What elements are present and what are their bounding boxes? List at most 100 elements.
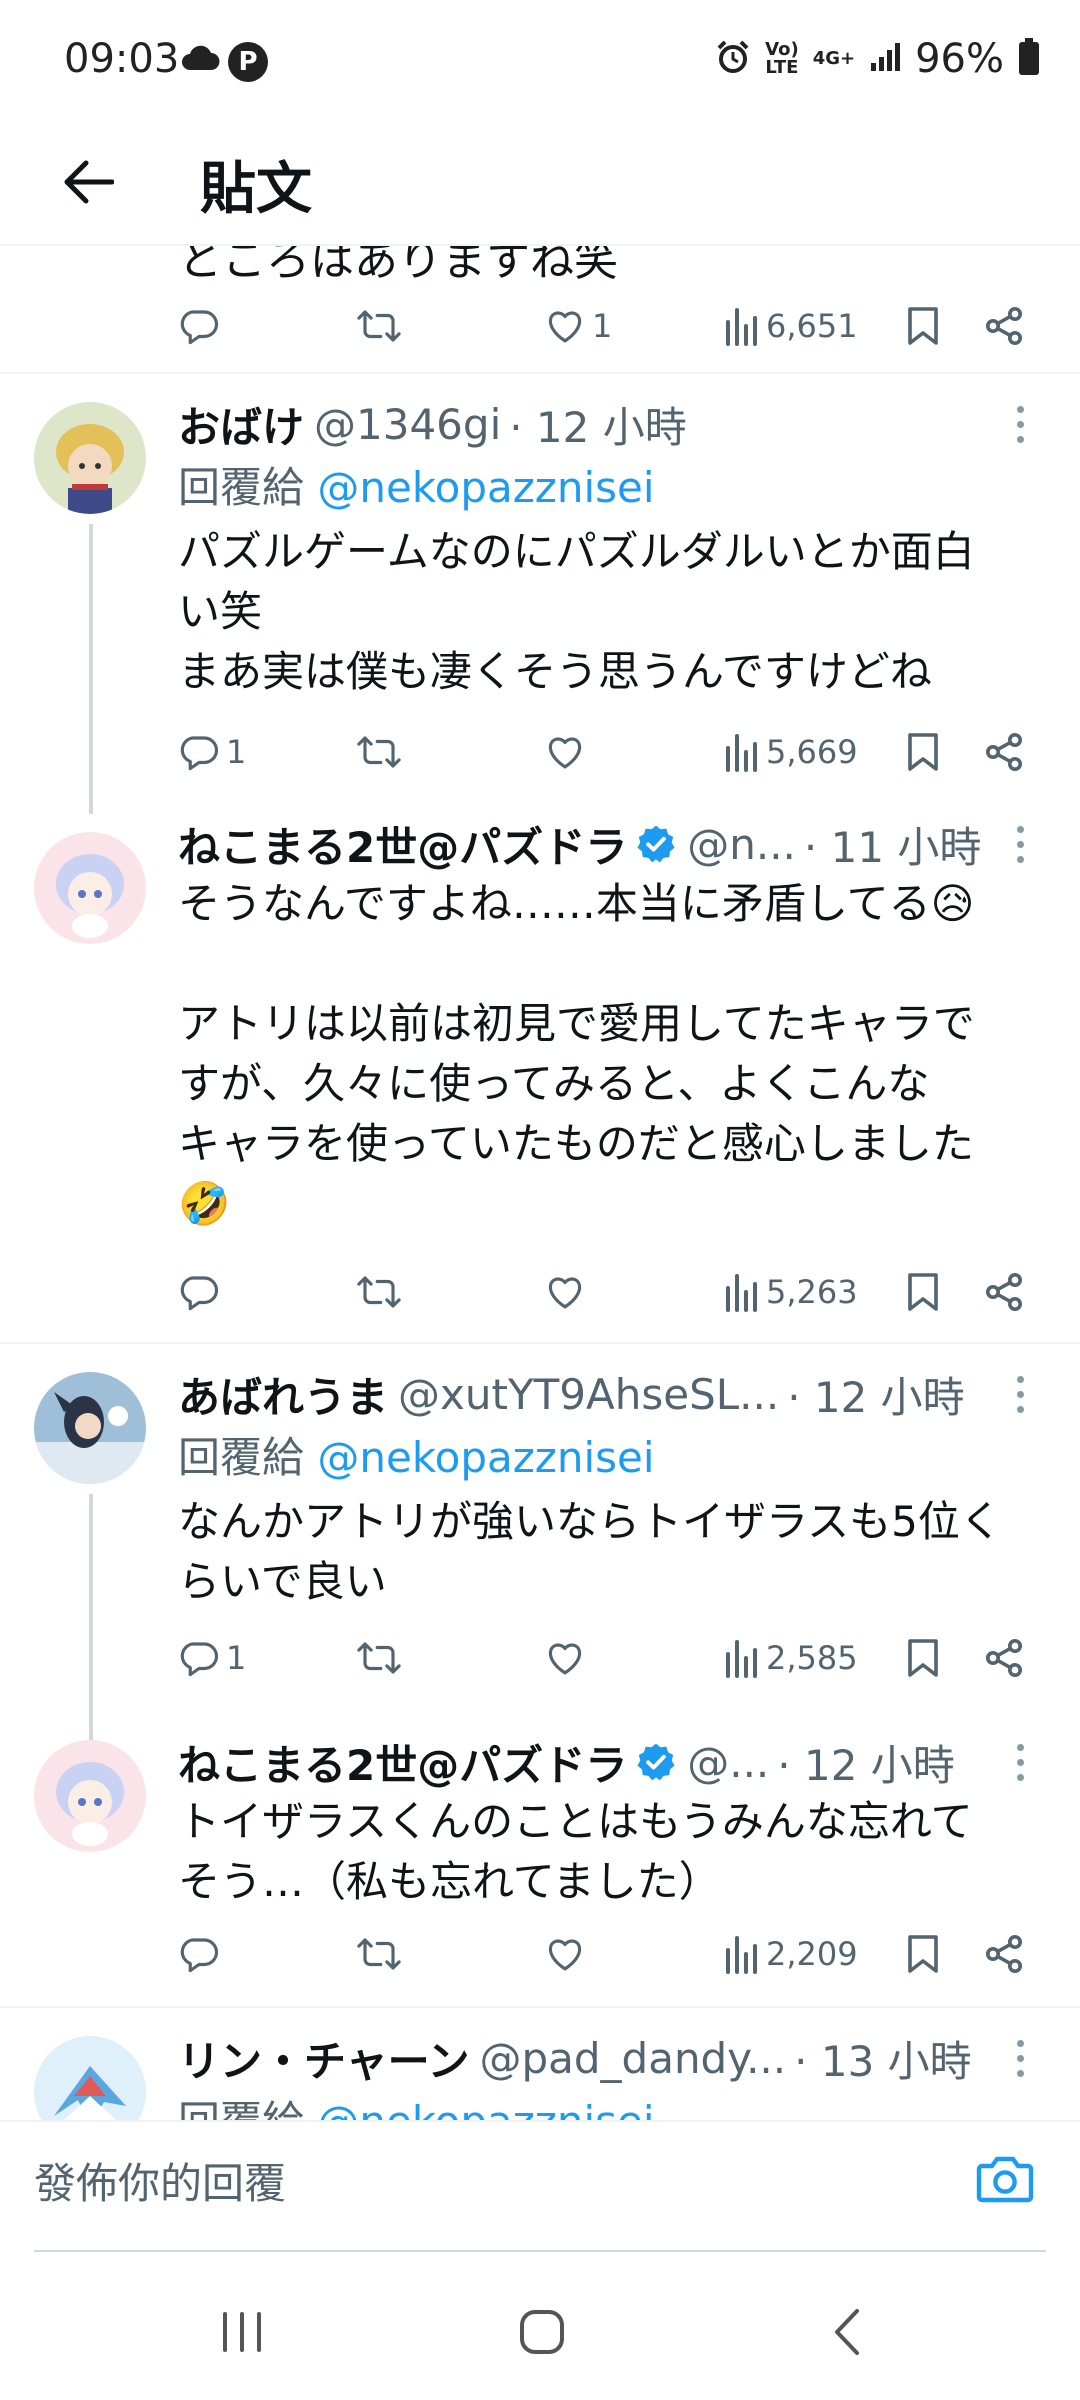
author-handle[interactable]: @xutYT9AhseSL...	[398, 1370, 779, 1419]
more-options-button[interactable]	[1010, 394, 1030, 454]
verified-badge-icon	[635, 823, 677, 865]
share-icon	[986, 1935, 1022, 1973]
views-button[interactable]: 2,209	[724, 1924, 858, 1984]
reply-to-line: 回覆給 @nekopazznisei	[178, 454, 655, 515]
share-icon	[986, 733, 1022, 771]
home-button[interactable]	[502, 2292, 582, 2372]
author-handle[interactable]: @1346gi	[314, 400, 501, 449]
author-name[interactable]: おばけ	[178, 394, 304, 455]
bookmark-button[interactable]	[906, 1262, 940, 1322]
camera-button[interactable]	[970, 2144, 1040, 2214]
share-button[interactable]	[984, 296, 1024, 356]
avatar[interactable]	[34, 402, 146, 514]
status-time: 09:03	[64, 36, 180, 82]
more-options-button[interactable]	[1010, 1364, 1030, 1424]
recent-apps-icon	[223, 2312, 261, 2352]
post-header: ねこまる2世@パズドラ @... · 12 小時	[178, 1732, 1018, 1792]
heart-icon	[548, 1643, 582, 1675]
back-button[interactable]	[48, 142, 128, 222]
author-name[interactable]: あばれうま	[178, 1364, 388, 1425]
views-icon	[726, 734, 757, 772]
post-time: · 12 小時	[787, 1372, 965, 1422]
like-button[interactable]	[544, 722, 586, 782]
like-button[interactable]	[544, 1262, 586, 1322]
reply-mention-link[interactable]: @nekopazznisei	[317, 2097, 654, 2120]
reply-to-line: 回覆給 @nekopazznisei	[178, 2088, 655, 2120]
post-text: トイザラスくんのことはもうみんな忘れて そう…（私も忘れてました）	[178, 1797, 973, 1906]
alarm-icon	[715, 39, 751, 79]
reply-count: 1	[226, 733, 247, 771]
reply-icon	[180, 736, 219, 771]
reply-composer-bar: 發佈你的回覆	[0, 2120, 1080, 2253]
author-name[interactable]: ねこまる2世@パズドラ	[178, 814, 627, 875]
reply-button[interactable]	[178, 1262, 220, 1322]
repost-button[interactable]	[356, 722, 402, 782]
partial-post-text: ところはありますね笑	[178, 246, 618, 286]
home-icon	[520, 2310, 564, 2354]
author-name[interactable]: リン・チャーン	[178, 2028, 469, 2089]
avatar[interactable]	[34, 1372, 146, 1484]
post-divider	[0, 2006, 1080, 2008]
author-name[interactable]: ねこまる2世@パズドラ	[178, 1732, 627, 1793]
system-navigation-bar	[0, 2252, 1080, 2400]
system-back-button[interactable]	[806, 2292, 886, 2372]
post-time: · 12 小時	[509, 402, 687, 452]
reply-icon	[180, 1276, 219, 1311]
author-handle[interactable]: @n...	[687, 820, 796, 869]
post-actions: 1 5,669	[178, 722, 1038, 782]
reply-to-label: 回覆給	[178, 1433, 305, 1482]
camera-icon	[976, 2156, 1034, 2203]
post-feed[interactable]: ところはありますね笑 1 6,651 おばけ @1346gi · 12 小時 回…	[0, 246, 1080, 2120]
cloud-icon	[180, 44, 220, 76]
author-handle[interactable]: @...	[687, 1738, 769, 1787]
heart-icon	[548, 1939, 582, 1971]
repost-button[interactable]	[356, 296, 402, 356]
post-time: · 12 小時	[777, 1740, 955, 1790]
repost-icon	[357, 736, 401, 768]
view-count: 2,209	[766, 1935, 858, 1973]
reply-button[interactable]: 1	[178, 722, 246, 782]
avatar[interactable]	[34, 2036, 146, 2120]
avatar[interactable]	[34, 1740, 146, 1852]
reply-button[interactable]	[178, 1924, 220, 1984]
status-bar: 09:03 P Vo) LTE 4G+ 96%	[0, 0, 1080, 120]
reply-button[interactable]: 1	[178, 1628, 246, 1688]
bookmark-button[interactable]	[906, 722, 940, 782]
repost-button[interactable]	[356, 1628, 402, 1688]
bookmark-button[interactable]	[906, 1924, 940, 1984]
like-button[interactable]	[544, 1628, 586, 1688]
views-button[interactable]: 5,669	[724, 722, 858, 782]
repost-icon	[357, 1938, 401, 1970]
volte-indicator: Vo) LTE	[765, 39, 799, 78]
like-button[interactable]: 1	[544, 296, 612, 356]
views-button[interactable]: 2,585	[724, 1628, 858, 1688]
heart-icon	[548, 311, 582, 343]
share-button[interactable]	[984, 722, 1024, 782]
views-button[interactable]: 6,651	[724, 296, 858, 356]
reply-mention-link[interactable]: @nekopazznisei	[317, 1433, 654, 1482]
reply-button[interactable]	[178, 296, 220, 356]
views-icon	[726, 308, 757, 346]
bookmark-button[interactable]	[906, 296, 940, 356]
reply-input[interactable]: 發佈你的回覆	[34, 2150, 286, 2211]
share-button[interactable]	[984, 1262, 1024, 1322]
post-divider	[0, 372, 1080, 374]
author-handle[interactable]: @pad_dandy...	[479, 2034, 786, 2083]
avatar[interactable]	[34, 832, 146, 944]
like-button[interactable]	[544, 1924, 586, 1984]
more-options-button[interactable]	[1010, 814, 1030, 874]
repost-button[interactable]	[356, 1262, 402, 1322]
view-count: 6,651	[766, 307, 858, 345]
share-button[interactable]	[984, 1924, 1024, 1984]
bookmark-button[interactable]	[906, 1628, 940, 1688]
share-icon	[986, 1639, 1022, 1677]
repost-button[interactable]	[356, 1924, 402, 1984]
share-button[interactable]	[984, 1628, 1024, 1688]
recent-apps-button[interactable]	[202, 2292, 282, 2372]
reply-mention-link[interactable]: @nekopazznisei	[317, 463, 654, 512]
partial-post-actions: 1 6,651	[178, 296, 1038, 356]
views-button[interactable]: 5,263	[724, 1262, 858, 1322]
more-options-button[interactable]	[1010, 2028, 1030, 2088]
more-options-button[interactable]	[1010, 1732, 1030, 1792]
battery-icon	[1018, 38, 1040, 80]
